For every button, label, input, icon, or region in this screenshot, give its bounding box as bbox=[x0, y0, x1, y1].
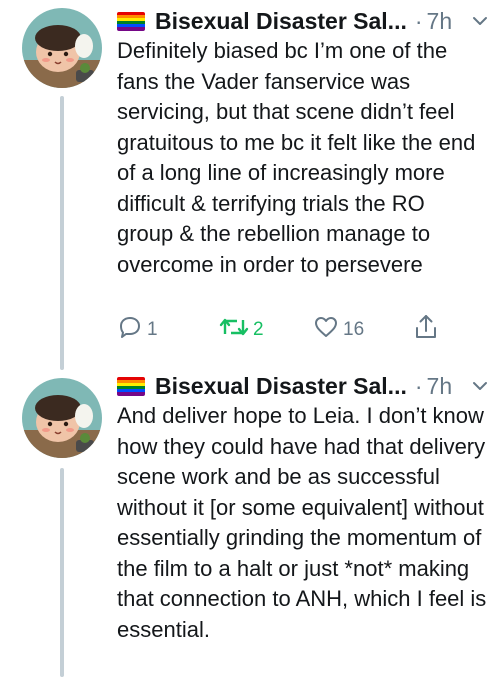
tweet-text: Definitely biased bc I’m one of the fans… bbox=[117, 38, 476, 277]
share-button[interactable] bbox=[413, 315, 439, 345]
timestamp[interactable]: 7h bbox=[427, 373, 453, 400]
retweet-button[interactable]: 2 bbox=[219, 315, 264, 345]
tweet-header: Bisexual Disaster Sal... · 7h bbox=[117, 371, 488, 401]
retweet-count: 2 bbox=[253, 319, 264, 340]
chevron-down-icon[interactable] bbox=[472, 378, 488, 394]
thread-line bbox=[60, 96, 64, 370]
rainbow-flag-icon bbox=[117, 11, 145, 31]
display-name[interactable]: Bisexual Disaster Sal... bbox=[155, 8, 407, 35]
like-count: 16 bbox=[343, 319, 365, 340]
display-name[interactable]: Bisexual Disaster Sal... bbox=[155, 373, 407, 400]
like-button[interactable]: 16 bbox=[313, 315, 364, 345]
tweet-header: Bisexual Disaster Sal... · 7h bbox=[117, 6, 488, 36]
reply-count: 1 bbox=[147, 319, 158, 340]
reply-icon bbox=[117, 314, 143, 346]
chevron-down-icon[interactable] bbox=[472, 13, 488, 29]
avatar[interactable] bbox=[22, 8, 102, 88]
avatar[interactable] bbox=[22, 378, 102, 458]
separator: · bbox=[414, 372, 423, 399]
tweet-2[interactable]: Bisexual Disaster Sal... · 7h And delive… bbox=[0, 370, 500, 677]
timestamp[interactable]: 7h bbox=[427, 8, 453, 35]
tweet-text: And deliver hope to Leia. I don’t know h… bbox=[117, 403, 487, 642]
tweet-1[interactable]: Bisexual Disaster Sal... · 7h Definitely… bbox=[0, 0, 500, 370]
heart-icon bbox=[313, 314, 339, 346]
rainbow-flag-icon bbox=[117, 376, 145, 396]
reply-button[interactable]: 1 bbox=[117, 315, 158, 345]
share-icon bbox=[413, 313, 439, 347]
retweet-icon bbox=[219, 314, 249, 346]
thread-line bbox=[60, 468, 64, 677]
separator: · bbox=[414, 7, 423, 34]
tweet-actions: 1 2 16 bbox=[117, 315, 457, 345]
